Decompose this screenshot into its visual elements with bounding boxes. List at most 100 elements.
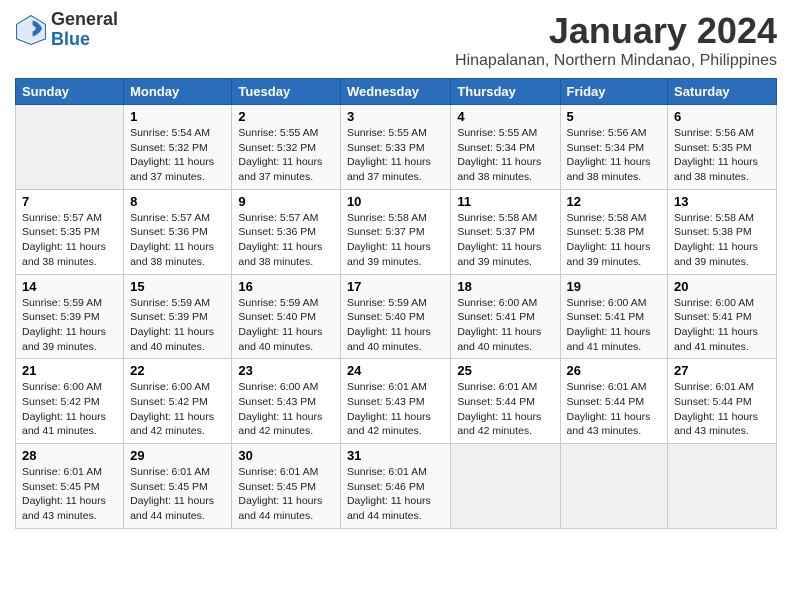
day-info: Sunrise: 6:00 AMSunset: 5:42 PMDaylight:… <box>22 380 117 439</box>
calendar-cell: 23 Sunrise: 6:00 AMSunset: 5:43 PMDayligh… <box>232 359 341 444</box>
calendar-cell: 18 Sunrise: 6:00 AMSunset: 5:41 PMDayligh… <box>451 274 560 359</box>
day-number: 2 <box>238 109 334 124</box>
day-info: Sunrise: 5:59 AMSunset: 5:40 PMDaylight:… <box>347 296 444 355</box>
calendar-cell <box>560 444 668 529</box>
calendar-cell: 28Sunrise: 6:01 AMSunset: 5:45 PMDayligh… <box>16 444 124 529</box>
calendar-cell: 20 Sunrise: 6:00 AMSunset: 5:41 PMDayligh… <box>668 274 777 359</box>
week-row-5: 28 Sunrise: 6:01 AMSunset: 5:45 PMDayligh… <box>16 444 777 529</box>
calendar-cell: 24Sunrise: 6:01 AMSunset: 5:43 PMDayligh… <box>340 359 450 444</box>
day-number: 23 <box>238 363 334 378</box>
calendar-cell: 10 Sunrise: 5:58 AMSunset: 5:37 PMDayligh… <box>340 189 450 274</box>
day-number: 11 <box>457 194 553 209</box>
day-number: 24 <box>347 363 444 378</box>
day-info: Sunrise: 5:59 AMSunset: 5:40 PMDaylight:… <box>238 296 334 355</box>
header: General Blue January 2024 Hinapalanan, N… <box>15 10 777 70</box>
calendar-cell: 17 Sunrise: 5:59 AMSunset: 5:40 PMDayligh… <box>340 274 450 359</box>
calendar-cell: 8 Sunrise: 5:57 AMSunset: 5:36 PMDaylight… <box>124 189 232 274</box>
day-number: 22 <box>130 363 225 378</box>
weekday-header-wednesday: Wednesday <box>340 79 450 105</box>
calendar-title: January 2024 <box>455 10 777 52</box>
day-number: 7 <box>22 194 117 209</box>
logo-general: General <box>51 9 118 29</box>
calendar-cell: 9 Sunrise: 5:57 AMSunset: 5:36 PMDaylight… <box>232 189 341 274</box>
day-info: Sunrise: 5:54 AMSunset: 5:32 PMDaylight:… <box>130 126 225 185</box>
day-number: 20 <box>674 279 770 294</box>
calendar-cell: 11Sunrise: 5:58 AMSunset: 5:37 PMDayligh… <box>451 189 560 274</box>
weekday-header-monday: Monday <box>124 79 232 105</box>
day-number: 29 <box>130 448 225 463</box>
weekday-header-friday: Friday <box>560 79 668 105</box>
logo-text: General Blue <box>51 10 118 50</box>
day-number: 8 <box>130 194 225 209</box>
day-number: 6 <box>674 109 770 124</box>
day-info: Sunrise: 5:56 AMSunset: 5:34 PMDaylight:… <box>567 126 662 185</box>
day-info: Sunrise: 6:01 AMSunset: 5:44 PMDaylight:… <box>567 380 662 439</box>
calendar-cell: 7 Sunrise: 5:57 AMSunset: 5:35 PMDaylight… <box>16 189 124 274</box>
day-info: Sunrise: 6:01 AMSunset: 5:44 PMDaylight:… <box>674 380 770 439</box>
week-row-3: 14Sunrise: 5:59 AMSunset: 5:39 PMDayligh… <box>16 274 777 359</box>
calendar-cell: 2 Sunrise: 5:55 AMSunset: 5:32 PMDaylight… <box>232 105 341 190</box>
day-number: 17 <box>347 279 444 294</box>
day-info: Sunrise: 5:57 AMSunset: 5:36 PMDaylight:… <box>238 211 334 270</box>
day-info: Sunrise: 6:01 AMSunset: 5:44 PMDaylight:… <box>457 380 553 439</box>
day-number: 13 <box>674 194 770 209</box>
day-number: 3 <box>347 109 444 124</box>
day-number: 31 <box>347 448 444 463</box>
day-number: 27 <box>674 363 770 378</box>
day-number: 14 <box>22 279 117 294</box>
day-number: 10 <box>347 194 444 209</box>
calendar-cell: 19Sunrise: 6:00 AMSunset: 5:41 PMDayligh… <box>560 274 668 359</box>
day-number: 18 <box>457 279 553 294</box>
logo: General Blue <box>15 10 118 50</box>
calendar-cell: 3 Sunrise: 5:55 AMSunset: 5:33 PMDaylight… <box>340 105 450 190</box>
calendar-body: 1 Sunrise: 5:54 AMSunset: 5:32 PMDaylight… <box>16 105 777 529</box>
day-info: Sunrise: 5:55 AMSunset: 5:33 PMDaylight:… <box>347 126 444 185</box>
day-info: Sunrise: 6:01 AMSunset: 5:46 PMDaylight:… <box>347 465 444 524</box>
day-info: Sunrise: 6:00 AMSunset: 5:41 PMDaylight:… <box>674 296 770 355</box>
day-info: Sunrise: 5:56 AMSunset: 5:35 PMDaylight:… <box>674 126 770 185</box>
calendar-cell: 26Sunrise: 6:01 AMSunset: 5:44 PMDayligh… <box>560 359 668 444</box>
day-info: Sunrise: 6:01 AMSunset: 5:45 PMDaylight:… <box>238 465 334 524</box>
day-number: 16 <box>238 279 334 294</box>
day-info: Sunrise: 6:00 AMSunset: 5:42 PMDaylight:… <box>130 380 225 439</box>
calendar-cell: 25 Sunrise: 6:01 AMSunset: 5:44 PMDayligh… <box>451 359 560 444</box>
day-info: Sunrise: 6:01 AMSunset: 5:45 PMDaylight:… <box>130 465 225 524</box>
weekday-header-sunday: Sunday <box>16 79 124 105</box>
day-number: 15 <box>130 279 225 294</box>
calendar-cell: 27 Sunrise: 6:01 AMSunset: 5:44 PMDayligh… <box>668 359 777 444</box>
logo-icon <box>15 14 47 46</box>
day-info: Sunrise: 5:58 AMSunset: 5:37 PMDaylight:… <box>347 211 444 270</box>
week-row-4: 21Sunrise: 6:00 AMSunset: 5:42 PMDayligh… <box>16 359 777 444</box>
calendar-cell: 22 Sunrise: 6:00 AMSunset: 5:42 PMDayligh… <box>124 359 232 444</box>
day-info: Sunrise: 5:58 AMSunset: 5:38 PMDaylight:… <box>674 211 770 270</box>
day-number: 12 <box>567 194 662 209</box>
calendar-cell <box>668 444 777 529</box>
day-info: Sunrise: 5:57 AMSunset: 5:35 PMDaylight:… <box>22 211 117 270</box>
day-number: 1 <box>130 109 225 124</box>
calendar-cell: 30Sunrise: 6:01 AMSunset: 5:45 PMDayligh… <box>232 444 341 529</box>
calendar-cell: 12 Sunrise: 5:58 AMSunset: 5:38 PMDayligh… <box>560 189 668 274</box>
calendar-cell: 29 Sunrise: 6:01 AMSunset: 5:45 PMDayligh… <box>124 444 232 529</box>
calendar-cell: 21Sunrise: 6:00 AMSunset: 5:42 PMDayligh… <box>16 359 124 444</box>
week-row-1: 1 Sunrise: 5:54 AMSunset: 5:32 PMDaylight… <box>16 105 777 190</box>
calendar-cell: 14Sunrise: 5:59 AMSunset: 5:39 PMDayligh… <box>16 274 124 359</box>
calendar-cell: 6 Sunrise: 5:56 AMSunset: 5:35 PMDaylight… <box>668 105 777 190</box>
day-number: 9 <box>238 194 334 209</box>
day-info: Sunrise: 5:57 AMSunset: 5:36 PMDaylight:… <box>130 211 225 270</box>
calendar-cell: 15Sunrise: 5:59 AMSunset: 5:39 PMDayligh… <box>124 274 232 359</box>
title-area: January 2024 Hinapalanan, Northern Minda… <box>455 10 777 70</box>
day-info: Sunrise: 6:00 AMSunset: 5:43 PMDaylight:… <box>238 380 334 439</box>
calendar-cell: 16 Sunrise: 5:59 AMSunset: 5:40 PMDayligh… <box>232 274 341 359</box>
calendar-header: SundayMondayTuesdayWednesdayThursdayFrid… <box>16 79 777 105</box>
day-info: Sunrise: 6:00 AMSunset: 5:41 PMDaylight:… <box>457 296 553 355</box>
day-info: Sunrise: 5:55 AMSunset: 5:32 PMDaylight:… <box>238 126 334 185</box>
day-info: Sunrise: 5:58 AMSunset: 5:38 PMDaylight:… <box>567 211 662 270</box>
day-number: 28 <box>22 448 117 463</box>
day-number: 25 <box>457 363 553 378</box>
week-row-2: 7 Sunrise: 5:57 AMSunset: 5:35 PMDaylight… <box>16 189 777 274</box>
calendar-cell <box>16 105 124 190</box>
calendar-cell <box>451 444 560 529</box>
calendar-subtitle: Hinapalanan, Northern Mindanao, Philippi… <box>455 52 777 70</box>
day-info: Sunrise: 6:00 AMSunset: 5:41 PMDaylight:… <box>567 296 662 355</box>
day-number: 4 <box>457 109 553 124</box>
